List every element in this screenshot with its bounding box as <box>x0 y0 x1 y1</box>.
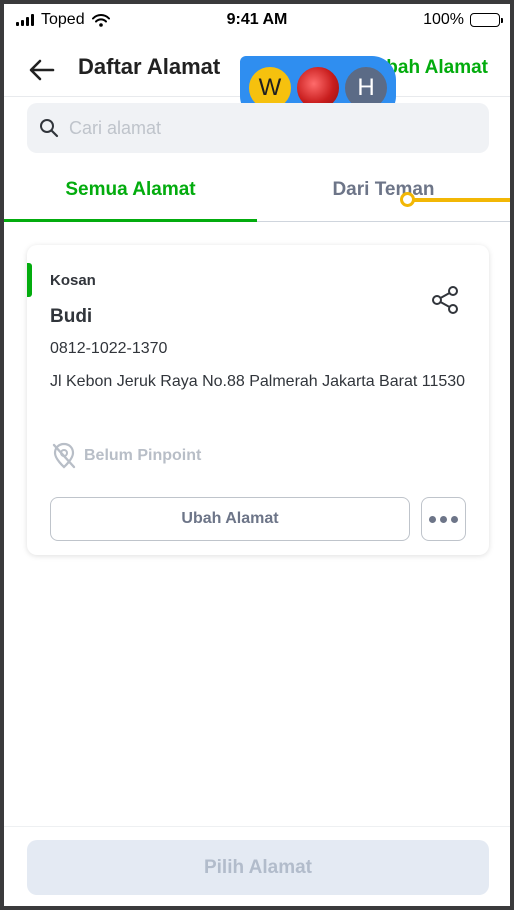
tab-all-addresses[interactable]: Semua Alamat <box>4 166 257 222</box>
choose-address-button[interactable]: Pilih Alamat <box>27 840 489 895</box>
footer-divider <box>4 826 510 827</box>
search-bar <box>27 103 489 153</box>
search-input[interactable] <box>69 103 469 153</box>
address-text: Jl Kebon Jeruk Raya No.88 Palmerah Jakar… <box>50 373 466 390</box>
search-icon <box>40 119 59 138</box>
edit-address-button[interactable]: Ubah Alamat <box>50 497 410 541</box>
pinpoint-status: Belum Pinpoint <box>50 441 201 471</box>
more-options-button[interactable] <box>421 497 466 541</box>
address-card[interactable]: Kosan Budi 0812-1022-1370 Jl Kebon Jeruk… <box>27 245 489 555</box>
annotation-dot <box>400 192 415 207</box>
battery-percentage: 100% <box>423 11 464 28</box>
address-tabs: Semua Alamat Dari Teman <box>4 166 510 222</box>
battery-icon <box>470 13 503 27</box>
location-off-icon <box>52 442 76 469</box>
pinpoint-label: Belum Pinpoint <box>84 447 202 464</box>
share-button[interactable] <box>428 283 462 317</box>
share-icon <box>432 286 458 314</box>
recipient-phone: 0812-1022-1370 <box>50 340 168 357</box>
arrow-left-icon <box>29 59 55 81</box>
app-screen: Toped 9:41 AM 100% Daftar Alamat Tambah … <box>4 4 510 906</box>
annotation-line <box>407 198 510 202</box>
active-tab-indicator <box>4 219 257 222</box>
more-horizontal-icon <box>429 515 458 523</box>
status-bar-right: 100% <box>423 11 503 29</box>
tab-from-friends[interactable]: Dari Teman <box>257 166 510 222</box>
page-title: Daftar Alamat <box>78 54 221 79</box>
recipient-name: Budi <box>50 306 93 327</box>
selected-indicator <box>27 263 32 297</box>
status-bar: Toped 9:41 AM 100% <box>4 4 510 36</box>
back-button[interactable] <box>26 54 58 86</box>
address-label: Kosan <box>50 272 96 289</box>
